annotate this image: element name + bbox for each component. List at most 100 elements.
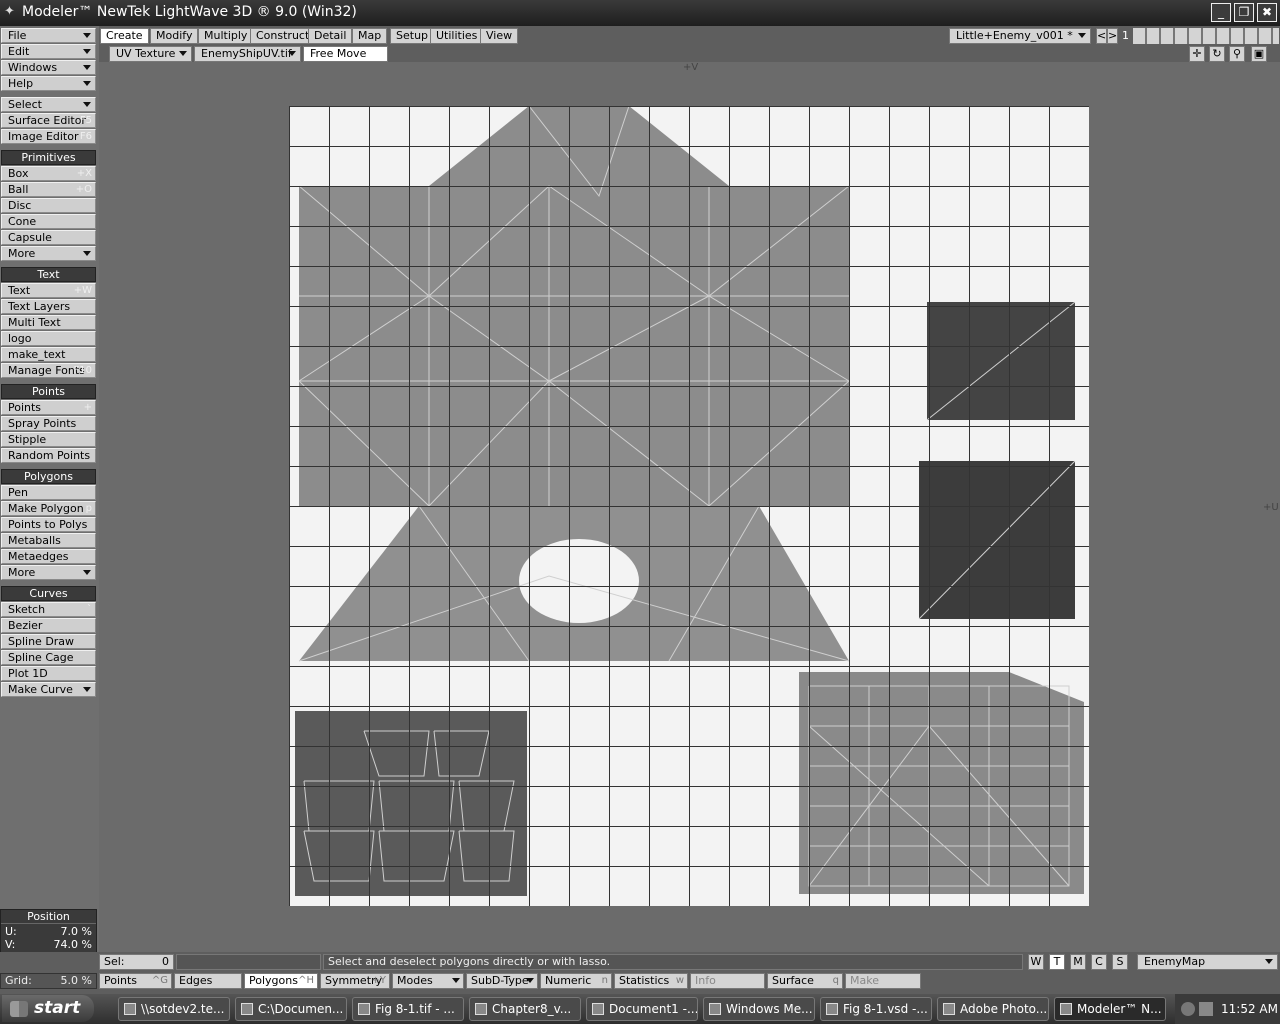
text-manage-fonts-button[interactable]: Manage Fonts F10	[1, 363, 96, 378]
u-label: U:	[5, 925, 17, 938]
view-mode-s-button[interactable]: S	[1112, 954, 1128, 970]
minimize-button[interactable]: _	[1211, 3, 1231, 22]
map-select-combo[interactable]: EnemyMap	[1137, 954, 1278, 970]
primitives-more-button[interactable]: More	[1, 246, 96, 261]
subd-type-button[interactable]: SubD-Type	[466, 973, 538, 989]
points-stipple-button[interactable]: Stipple	[1, 432, 96, 447]
tool-surface-editor-button[interactable]: Surface Editor F5	[1, 113, 96, 128]
polygons-metaedges-button[interactable]: Metaedges	[1, 549, 96, 564]
points-button[interactable]: Points ^G	[99, 973, 172, 989]
taskbar-item[interactable]: Fig 8-1.vsd -...	[820, 997, 932, 1021]
restore-button[interactable]: ❐	[1234, 3, 1254, 22]
tab-multiply[interactable]: Multiply	[198, 28, 254, 44]
menu-file[interactable]: File	[1, 28, 96, 43]
tray-arrow-icon[interactable]	[1181, 1002, 1195, 1016]
text-logo-button[interactable]: logo	[1, 331, 96, 346]
view-mode-w-button[interactable]: W	[1028, 954, 1044, 970]
status-spacer	[176, 954, 321, 970]
tab-create[interactable]: Create	[100, 28, 149, 44]
polygons-button[interactable]: Polygons ^H	[244, 973, 318, 989]
menu-edit[interactable]: Edit	[1, 44, 96, 59]
prev-layer-button[interactable]: <	[1096, 28, 1107, 44]
primitives-disc-button[interactable]: Disc	[1, 198, 96, 213]
maximize-view-icon[interactable]: ▣	[1251, 46, 1267, 62]
next-layer-button[interactable]: >	[1107, 28, 1118, 44]
network-icon[interactable]	[1199, 1002, 1213, 1016]
modes-button[interactable]: Modes	[392, 973, 464, 989]
polygons-pen-button[interactable]: Pen	[1, 485, 96, 500]
tab-detail[interactable]: Detail	[308, 28, 353, 44]
tab-setup[interactable]: Setup	[390, 28, 435, 44]
menu-help[interactable]: Help	[1, 76, 96, 91]
view-mode-t-button[interactable]: T	[1049, 954, 1065, 970]
taskbar-item[interactable]: Modeler™ N...	[1054, 997, 1166, 1021]
map-type-combo[interactable]: UV Texture	[109, 46, 192, 62]
chevron-down-icon	[83, 81, 91, 86]
polygons-metaedges-button-label: Metaedges	[8, 550, 69, 563]
taskbar-item[interactable]: Document1 -...	[586, 997, 698, 1021]
zoom-view-icon[interactable]: ⚲	[1229, 46, 1245, 62]
points-random-points-button-label: Random Points	[8, 449, 91, 462]
polygons-points-to-polys-button[interactable]: Points to Polys	[1, 517, 96, 532]
menu-windows[interactable]: Windows	[1, 60, 96, 75]
tool-select-button[interactable]: Select	[1, 97, 96, 112]
curves-spline-cage-button[interactable]: Spline Cage	[1, 650, 96, 665]
mode-field[interactable]: Free Move	[303, 46, 388, 62]
tab-view[interactable]: View	[480, 28, 519, 44]
edges-button[interactable]: Edges	[174, 973, 242, 989]
statistics-button[interactable]: Statistics w	[614, 973, 688, 989]
taskbar-item[interactable]: \\sotdev2.te...	[118, 997, 230, 1021]
curves-bezier-button[interactable]: Bezier	[1, 618, 96, 633]
taskbar-item-label: Modeler™ N...	[1077, 1002, 1162, 1016]
rotate-view-icon[interactable]: ↻	[1209, 46, 1225, 62]
primitives-ball-button-shortcut: +O	[75, 184, 92, 195]
image-combo[interactable]: EnemyShipUV.tif	[194, 46, 301, 62]
make-button[interactable]: Make	[845, 973, 921, 989]
taskbar-item[interactable]: Windows Me...	[703, 997, 815, 1021]
info-button[interactable]: Info	[690, 973, 765, 989]
polygons-more-button[interactable]: More	[1, 565, 96, 580]
layer-combo[interactable]: Little+Enemy_v001 *	[949, 28, 1091, 44]
primitives-ball-button[interactable]: Ball +O	[1, 182, 96, 197]
text-text-layers-button-label: Text Layers	[8, 300, 71, 313]
tool-image-editor-button[interactable]: Image Editor F6	[1, 129, 96, 144]
primitives-box-button[interactable]: Box +X	[1, 166, 96, 181]
layer-bank-buttons[interactable]	[1133, 28, 1279, 44]
curves-make-curve-button-label: Make Curve	[8, 683, 73, 696]
uv-map-canvas[interactable]	[289, 106, 1089, 906]
numeric-button[interactable]: Numeric n	[540, 973, 612, 989]
polygons-make-polygon-button[interactable]: Make Polygon p	[1, 501, 96, 516]
primitives-capsule-button[interactable]: Capsule	[1, 230, 96, 245]
view-mode-m-button[interactable]: M	[1070, 954, 1086, 970]
text-make-text-button[interactable]: make_text	[1, 347, 96, 362]
taskbar-item[interactable]: Chapter8_v...	[469, 997, 581, 1021]
points-points-button[interactable]: Points +	[1, 400, 96, 415]
start-button[interactable]: start	[2, 995, 94, 1022]
tab-construct[interactable]: Construct	[250, 28, 316, 44]
view-mode-c-button[interactable]: C	[1091, 954, 1107, 970]
symmetry-button[interactable]: Symmetry +Y	[320, 973, 390, 989]
move-view-icon[interactable]: ✛	[1189, 46, 1205, 62]
curves-plot-1d-button[interactable]: Plot 1D	[1, 666, 96, 681]
curves-make-curve-button[interactable]: Make Curve	[1, 682, 96, 697]
points-spray-points-button[interactable]: Spray Points	[1, 416, 96, 431]
tab-modify[interactable]: Modify	[150, 28, 199, 44]
close-button[interactable]: ✖	[1257, 3, 1277, 22]
chevron-down-icon	[83, 251, 91, 256]
taskbar-item[interactable]: Fig 8-1.tif - ...	[352, 997, 464, 1021]
curves-sketch-button[interactable]: Sketch `	[1, 602, 96, 617]
polygons-metaballs-button[interactable]: Metaballs	[1, 533, 96, 548]
tab-utilities[interactable]: Utilities	[430, 28, 484, 44]
taskbar-item[interactable]: Adobe Photo...	[937, 997, 1049, 1021]
taskbar-item[interactable]: C:\Documen...	[235, 997, 347, 1021]
text-text-layers-button[interactable]: Text Layers	[1, 299, 96, 314]
curves-spline-draw-button[interactable]: Spline Draw	[1, 634, 96, 649]
surface-button[interactable]: Surface q	[767, 973, 843, 989]
primitives-cone-button[interactable]: Cone	[1, 214, 96, 229]
text-text-button[interactable]: Text +W	[1, 283, 96, 298]
numeric-shortcut: n	[601, 975, 608, 986]
tab-map[interactable]: Map	[352, 28, 388, 44]
text-multi-text-button[interactable]: Multi Text	[1, 315, 96, 330]
points-random-points-button[interactable]: Random Points	[1, 448, 96, 463]
system-tray: 11:52 AM	[1175, 994, 1280, 1024]
